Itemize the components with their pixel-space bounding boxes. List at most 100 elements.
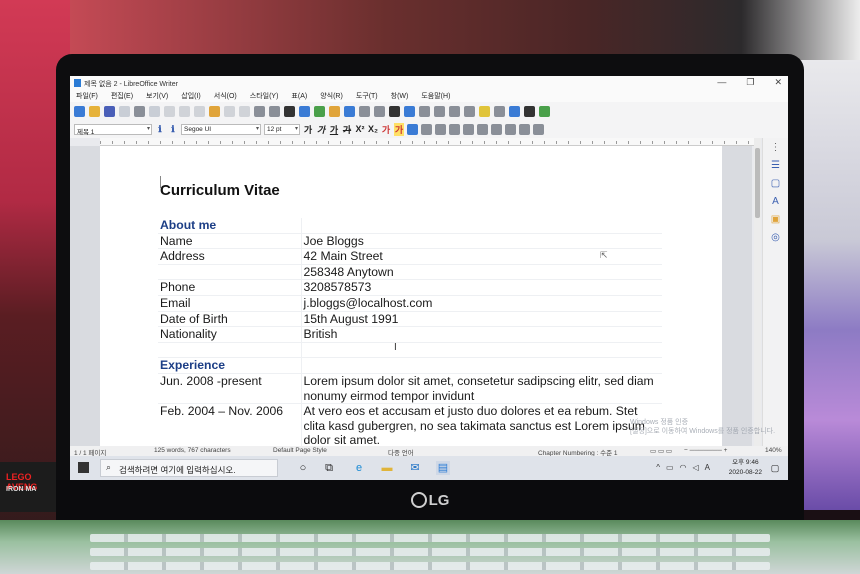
hyperlink-icon[interactable] [404,105,415,117]
font-name-select[interactable]: Segoe UI ▾ [181,123,261,135]
menu-window[interactable]: 창(W) [391,91,409,101]
superscript-button[interactable]: X² [355,124,365,134]
maximize-button[interactable]: ❐ [746,77,754,88]
decrease-indent-icon[interactable] [505,123,517,135]
cortana-icon[interactable]: ○ [296,461,310,475]
insert-textbox-icon[interactable] [344,105,355,117]
libreoffice-writer-taskbar-icon[interactable]: ▤ [436,461,450,475]
align-right-icon[interactable] [435,123,447,135]
cv-section-row[interactable]: Experience [158,357,662,374]
show-hidden-icons-icon[interactable]: ^ [656,463,660,472]
align-center-icon[interactable] [421,123,433,135]
menu-form[interactable]: 양식(R) [320,91,343,101]
cv-field-label[interactable]: Nationality [158,326,302,343]
special-character-icon[interactable] [389,105,400,117]
insert-field-icon[interactable] [374,105,385,117]
menu-view[interactable]: 보기(V) [146,91,168,101]
taskbar-search-box[interactable]: ⌕ 검색하려면 여기에 입력하십시오. [100,459,278,477]
new-document-icon[interactable] [74,105,85,117]
endnote-icon[interactable] [434,105,445,117]
cv-field-label[interactable]: Feb. 2004 – Nov. 2006 [158,403,302,449]
font-size-select[interactable]: 12 pt ▾ [264,123,300,135]
cv-field-value[interactable]: 15th August 1991 [301,311,662,328]
bold-button[interactable]: 가 [303,123,313,136]
cross-reference-icon[interactable] [464,105,475,117]
horizontal-ruler[interactable] [100,138,756,146]
insert-image-icon[interactable] [314,105,325,117]
cv-table-row[interactable]: 258348 Anytown [158,264,662,281]
cv-field-label[interactable]: Phone [158,279,302,296]
bullets-icon[interactable] [463,123,475,135]
menu-format[interactable]: 서식(O) [214,91,237,101]
cv-field-label[interactable]: Name [158,233,302,250]
document-title[interactable]: Curriculum Vitae [160,182,280,199]
scrollbar-thumb[interactable] [755,148,760,218]
cv-field-value[interactable]: At vero eos et accusam et justo duo dolo… [301,403,662,449]
cv-table-row[interactable]: Email j.bloggs@localhost.com [158,295,662,312]
gallery-icon[interactable]: ▣ [770,214,781,225]
volume-icon[interactable]: ◁ [693,463,699,472]
wifi-icon[interactable]: ◠ [680,463,687,472]
insert-line-icon[interactable] [509,105,520,117]
cut-icon[interactable] [164,105,175,117]
italic-button[interactable]: 가 [316,123,326,136]
find-replace-icon[interactable] [254,105,265,117]
start-windows-icon[interactable] [78,462,89,473]
cv-section-heading[interactable]: Experience [158,357,302,374]
cv-field-label[interactable]: Jun. 2008 -present [158,373,302,405]
cv-field-label[interactable]: Email [158,295,302,312]
cv-field-label[interactable] [158,264,302,281]
status-page-style[interactable]: Default Page Style [273,447,327,454]
basic-shapes-icon[interactable] [524,105,535,117]
cv-table-row[interactable]: Feb. 2004 – Nov. 2006 At vero eos et accu… [158,403,662,449]
redo-icon[interactable] [239,105,250,117]
export-pdf-icon[interactable] [119,105,130,117]
open-folder-icon[interactable] [89,105,100,117]
cv-field-label[interactable] [158,342,302,359]
page-break-icon[interactable] [359,105,370,117]
strikethrough-button[interactable]: 가 [342,123,352,136]
align-left-icon[interactable] [407,123,419,135]
cv-table[interactable]: About me Name Joe Bloggs Address 42 Main Str… [158,218,662,449]
input-method-indicator[interactable]: A [705,463,710,472]
paragraph-style-select[interactable]: 제목 1 ▾ [74,123,152,136]
insert-chart-icon[interactable] [329,105,340,117]
copy-icon[interactable] [179,105,190,117]
underline-button[interactable]: 가 [329,123,339,136]
clone-formatting-icon[interactable] [209,105,220,117]
styles-icon[interactable]: A [770,196,781,207]
line-spacing-icon[interactable] [519,123,531,135]
footnote-icon[interactable] [419,105,430,117]
sidebar-menu-icon[interactable]: ⋮ [770,142,781,153]
menu-edit[interactable]: 편집(E) [111,91,133,101]
update-style-icon[interactable]: ℹ [155,124,165,135]
track-changes-icon[interactable] [494,105,505,117]
cv-field-value[interactable] [301,357,662,374]
cv-table-row[interactable]: Nationality British [158,326,662,343]
formatting-marks-icon[interactable] [284,105,295,117]
page-icon[interactable]: ▢ [770,178,781,189]
zoom-level[interactable]: 140% [765,447,782,454]
cv-field-value[interactable]: British [301,326,662,343]
battery-icon[interactable]: ▭ [666,463,674,472]
navigator-icon[interactable]: ◎ [770,232,781,243]
cv-table-row[interactable]: Address 42 Main Street [158,248,662,265]
menu-table[interactable]: 표(A) [291,91,307,101]
paragraph-spacing-icon[interactable] [533,123,545,135]
justify-icon[interactable] [449,123,461,135]
comment-icon[interactable] [479,105,490,117]
task-view-icon[interactable]: ⧉ [322,461,336,475]
menu-styles[interactable]: 스타일(Y) [250,91,279,101]
spelling-icon[interactable] [269,105,280,117]
file-explorer-icon[interactable]: ▬ [380,461,394,475]
highlight-button[interactable]: 가 [394,122,405,136]
mail-icon[interactable]: ✉ [408,461,422,475]
print-icon[interactable] [134,105,145,117]
cv-table-row[interactable]: Date of Birth 15th August 1991 [158,311,662,328]
new-style-icon[interactable]: ℹ [168,124,178,135]
cv-table-row[interactable]: Name Joe Bloggs [158,233,662,250]
menu-file[interactable]: 파일(F) [76,91,98,101]
document-page[interactable]: Curriculum Vitae About me Name Joe Bloggs A… [100,146,722,456]
font-color-button[interactable]: 가 [381,123,391,136]
paste-icon[interactable] [194,105,205,117]
